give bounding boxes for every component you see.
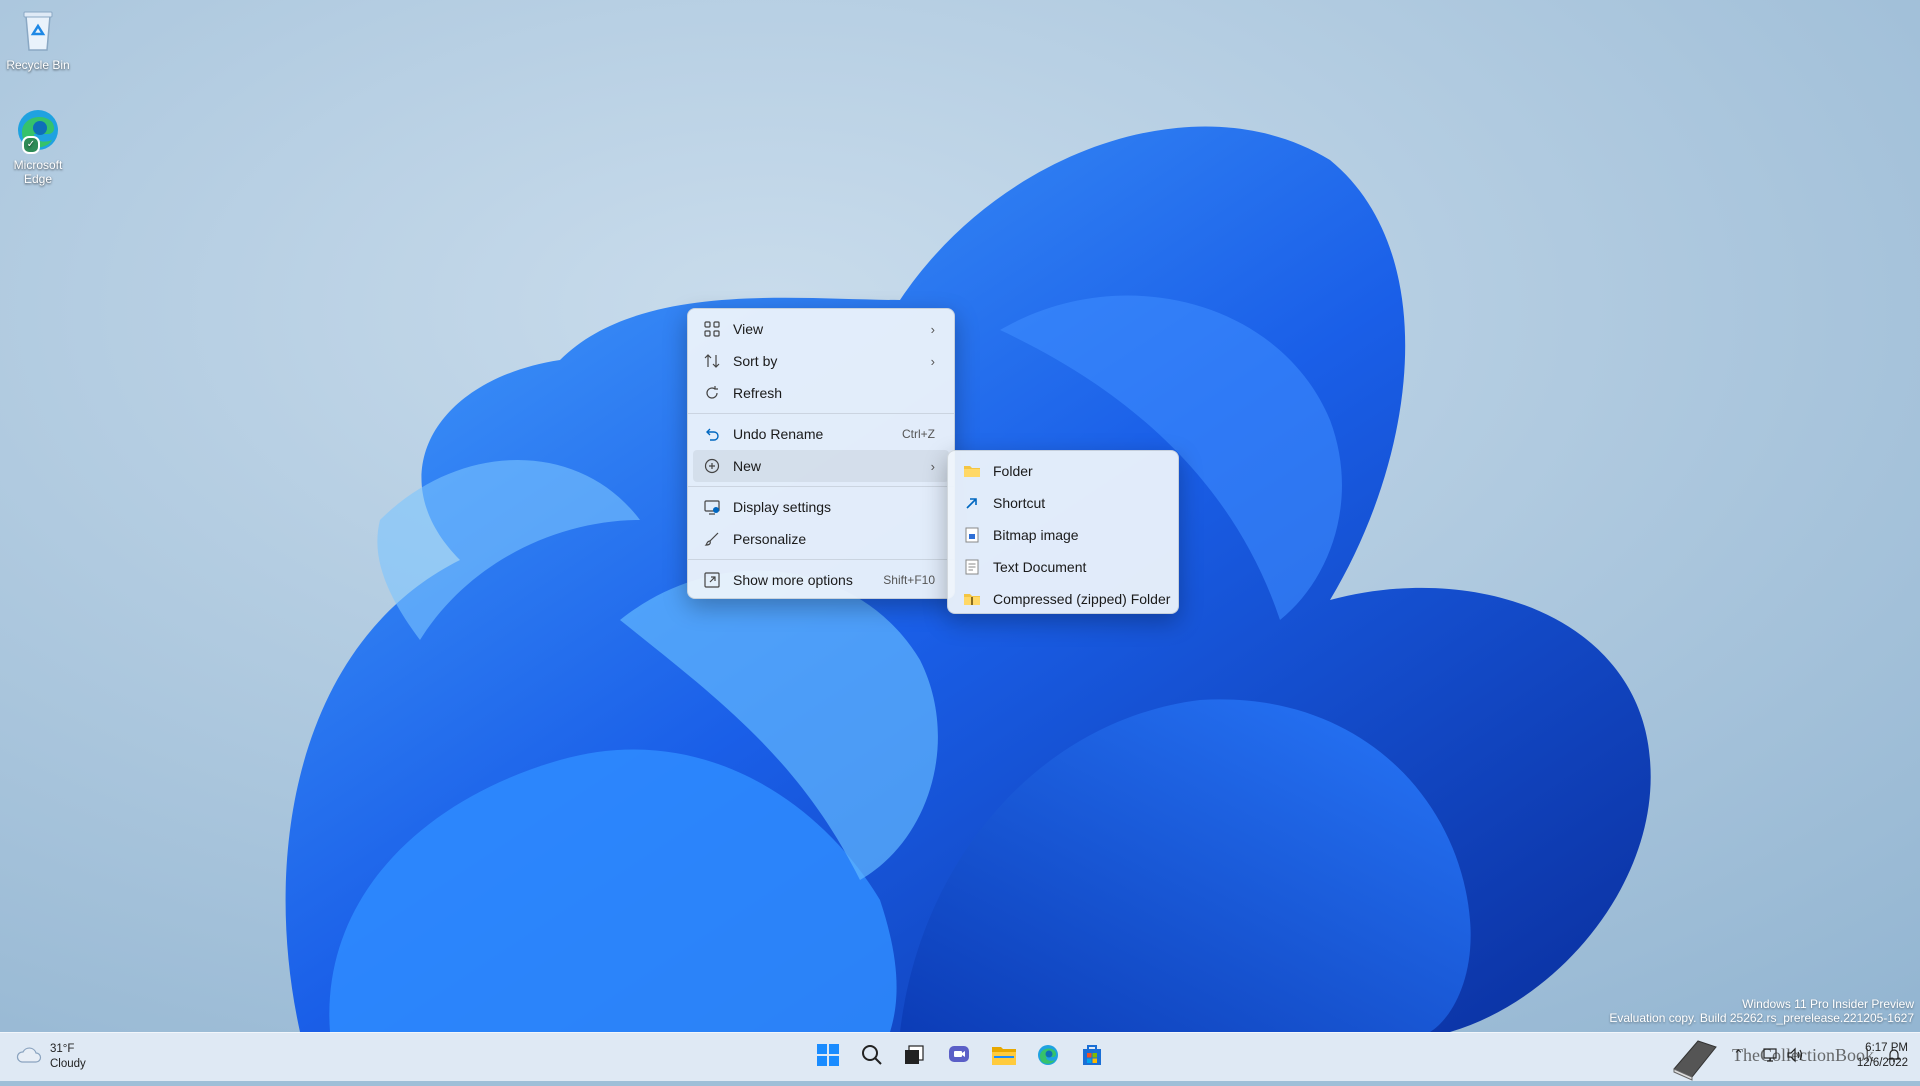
zip-folder-icon [963, 590, 981, 608]
menu-item-sort-by[interactable]: Sort by › [693, 345, 949, 377]
chevron-up-icon[interactable]: ⌃ [1733, 1047, 1744, 1063]
task-view-button[interactable] [898, 1041, 930, 1073]
sort-icon [703, 352, 721, 370]
submenu-item-label: Bitmap image [993, 527, 1079, 543]
text-document-icon [963, 558, 981, 576]
menu-item-shortcut: Shift+F10 [883, 573, 935, 587]
menu-item-label: Show more options [733, 572, 853, 588]
submenu-item-shortcut[interactable]: Shortcut [953, 487, 1173, 519]
edge-label: Microsoft Edge [13, 158, 63, 186]
task-view-icon [903, 1044, 925, 1071]
view-grid-icon [703, 320, 721, 338]
submenu-item-label: Text Document [993, 559, 1087, 575]
build-watermark: Windows 11 Pro Insider Preview Evaluatio… [1609, 997, 1914, 1025]
menu-item-view[interactable]: View › [693, 313, 949, 345]
desktop-icon-edge[interactable]: ✓ Microsoft Edge [0, 106, 76, 186]
personalize-brush-icon [703, 530, 721, 548]
edge-icon [1036, 1043, 1060, 1072]
edge-taskbar-button[interactable] [1032, 1041, 1064, 1073]
chat-icon [947, 1043, 971, 1072]
menu-item-label: View [733, 321, 764, 337]
menu-item-label: New [733, 458, 762, 474]
file-explorer-button[interactable] [988, 1041, 1020, 1073]
menu-item-shortcut: Ctrl+Z [902, 427, 935, 441]
weather-widget[interactable]: 31°F Cloudy [16, 1040, 86, 1074]
watermark-line-2: Evaluation copy. Build 25262.rs_prerelea… [1609, 1011, 1914, 1025]
network-icon[interactable] [1762, 1047, 1778, 1068]
watermark-line-1: Windows 11 Pro Insider Preview [1742, 997, 1914, 1011]
new-submenu: Folder Shortcut Bitmap image Text Docume… [947, 450, 1179, 614]
chat-button[interactable] [943, 1041, 975, 1073]
submenu-item-text-document[interactable]: Text Document [953, 551, 1173, 583]
chevron-right-icon: › [930, 321, 935, 337]
menu-item-label: Sort by [733, 353, 778, 369]
menu-item-display-settings[interactable]: Display settings [693, 491, 949, 523]
display-settings-icon [703, 498, 721, 516]
menu-separator [688, 486, 954, 487]
store-button[interactable] [1076, 1041, 1108, 1073]
submenu-item-label: Folder [993, 463, 1033, 479]
taskbar: 31°F Cloudy TheCollectionBook ⌃ 6:17 PM … [0, 1032, 1920, 1081]
menu-item-label: Undo Rename [733, 426, 824, 442]
edge-icon: ✓ [14, 106, 62, 154]
recycle-bin-label: Recycle Bin [6, 58, 70, 72]
start-button[interactable] [812, 1041, 844, 1073]
new-plus-icon [703, 457, 721, 475]
chevron-right-icon: › [930, 458, 935, 474]
recycle-bin-icon [14, 6, 62, 54]
menu-item-refresh[interactable]: Refresh [693, 377, 949, 409]
menu-item-new[interactable]: New › [693, 450, 949, 482]
weather-condition: Cloudy [50, 1058, 86, 1070]
show-more-options-icon [703, 571, 721, 589]
menu-item-show-more-options[interactable]: Show more options Shift+F10 [693, 564, 949, 596]
shortcut-icon [963, 494, 981, 512]
search-button[interactable] [856, 1041, 888, 1073]
chevron-right-icon: › [930, 353, 935, 369]
menu-item-label: Personalize [733, 531, 807, 547]
cloud-icon [16, 1046, 42, 1069]
desktop-context-menu: View › Sort by › Refresh Undo Rename Ctr… [687, 308, 955, 599]
submenu-item-label: Compressed (zipped) Folder [993, 591, 1171, 607]
weather-temp: 31°F [50, 1043, 75, 1055]
file-explorer-icon [991, 1044, 1017, 1071]
submenu-item-bitmap-image[interactable]: Bitmap image [953, 519, 1173, 551]
submenu-item-label: Shortcut [993, 495, 1046, 511]
undo-icon [703, 425, 721, 443]
menu-item-personalize[interactable]: Personalize [693, 523, 949, 555]
book-logo-overlay [1668, 1035, 1720, 1086]
notifications-icon[interactable] [1886, 1047, 1902, 1068]
submenu-item-compressed-folder[interactable]: Compressed (zipped) Folder [953, 583, 1173, 615]
menu-separator [688, 413, 954, 414]
folder-icon [963, 462, 981, 480]
start-icon [816, 1043, 840, 1072]
refresh-icon [703, 384, 721, 402]
search-icon [860, 1043, 884, 1072]
desktop-icon-recycle-bin[interactable]: Recycle Bin [0, 6, 76, 72]
volume-icon[interactable] [1786, 1047, 1804, 1068]
menu-item-label: Refresh [733, 385, 783, 401]
shortcut-check-badge: ✓ [22, 136, 40, 154]
menu-item-label: Display settings [733, 499, 832, 515]
bitmap-image-icon [963, 526, 981, 544]
store-icon [1080, 1043, 1104, 1072]
menu-separator [688, 559, 954, 560]
menu-item-undo-rename[interactable]: Undo Rename Ctrl+Z [693, 418, 949, 450]
submenu-item-folder[interactable]: Folder [953, 455, 1173, 487]
